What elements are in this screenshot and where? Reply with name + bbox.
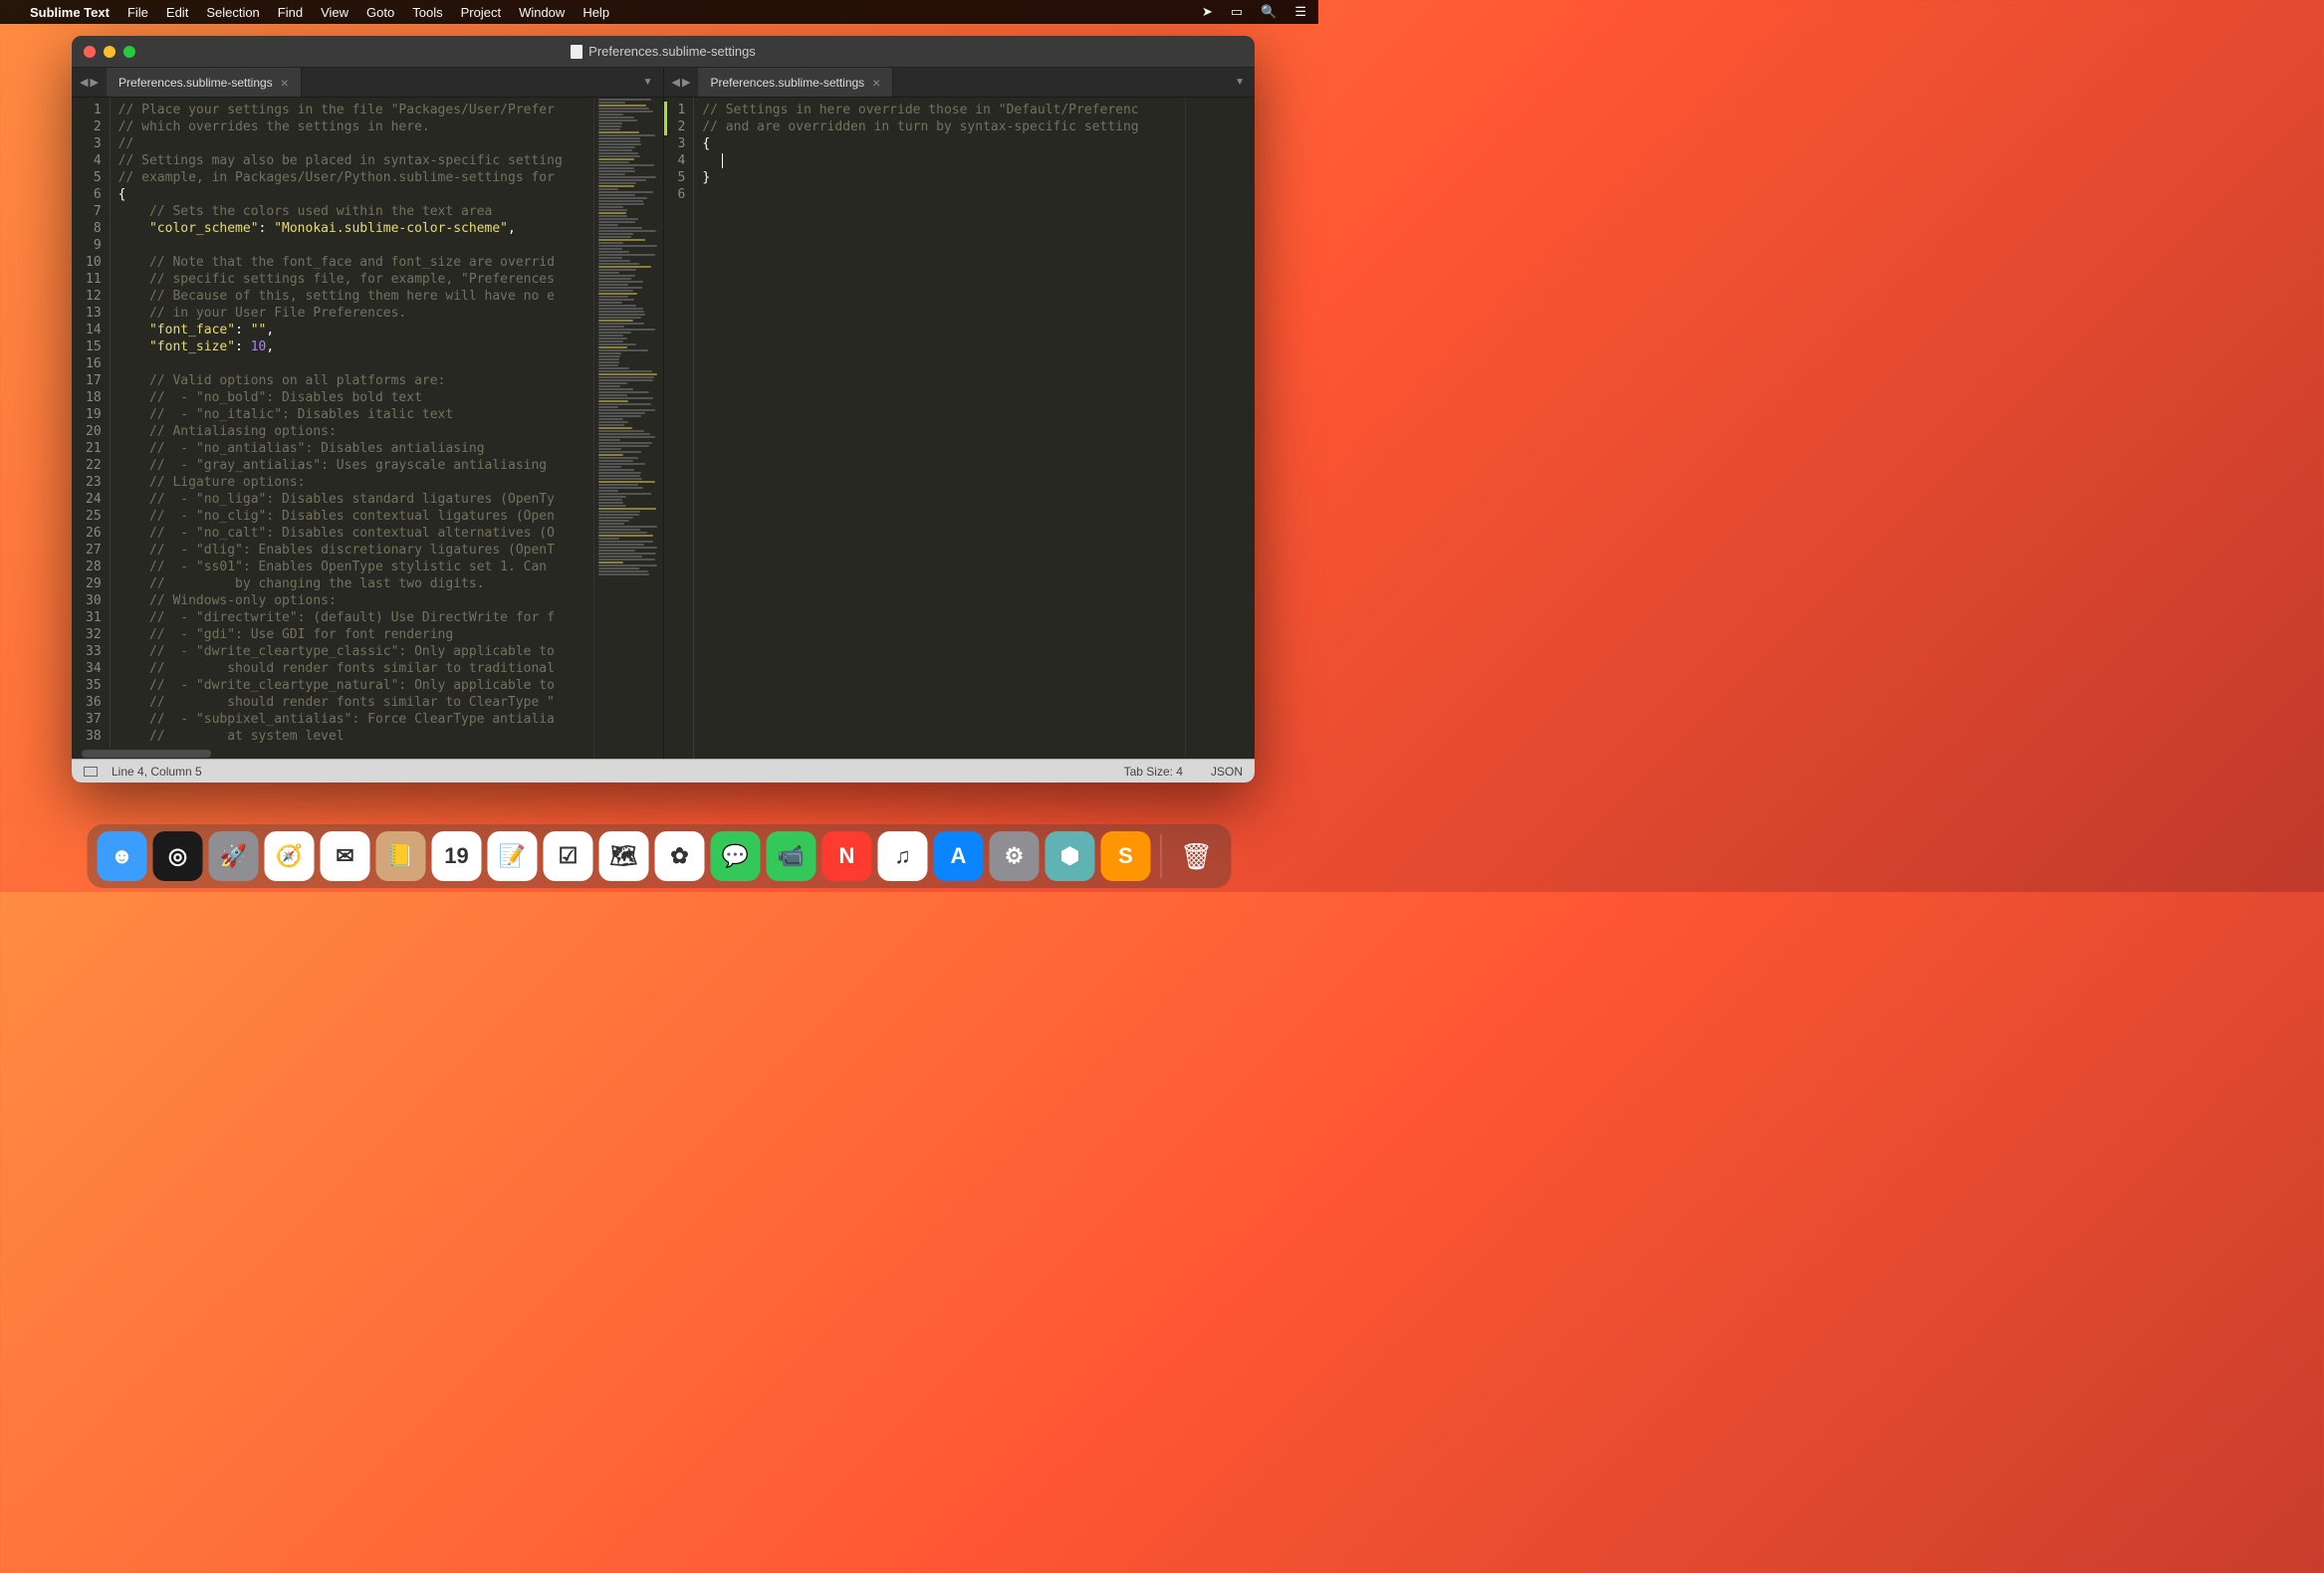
close-button[interactable]: [84, 46, 96, 58]
menu-window[interactable]: Window: [519, 5, 565, 20]
minimap[interactable]: [593, 98, 663, 759]
dock-trash[interactable]: 🗑: [1172, 831, 1222, 881]
minimize-button[interactable]: [104, 46, 116, 58]
dock-launchpad[interactable]: 🚀: [209, 831, 259, 881]
menu-tools[interactable]: Tools: [412, 5, 442, 20]
dock-mail[interactable]: ✉: [321, 831, 370, 881]
dock-siri[interactable]: ◎: [153, 831, 203, 881]
left-code[interactable]: // Place your settings in the file "Pack…: [111, 98, 593, 759]
statusbar: Line 4, Column 5 Tab Size: 4 JSON: [72, 759, 1255, 783]
dock-reminders[interactable]: ☑: [544, 831, 593, 881]
left-pane: ◀ ▶ Preferences.sublime-settings × ▼ 123…: [72, 68, 664, 759]
right-tabbar: ◀ ▶ Preferences.sublime-settings × ▼: [664, 68, 1256, 98]
dock-messages[interactable]: 💬: [711, 831, 761, 881]
left-gutter: 1234567891011121314151617181920212223242…: [72, 98, 111, 759]
close-icon[interactable]: ×: [872, 75, 880, 91]
dock-itunes[interactable]: ♫: [878, 831, 928, 881]
status-syntax[interactable]: JSON: [1211, 765, 1243, 779]
dock: ☻◎🚀🧭✉📒19📝☑🗺✿💬📹N♫A⚙⬢S 🗑: [88, 824, 1232, 888]
dock-sublime[interactable]: S: [1101, 831, 1151, 881]
tab-dropdown-icon[interactable]: ▼: [1225, 68, 1255, 97]
right-pane: ◀ ▶ Preferences.sublime-settings × ▼ 123…: [664, 68, 1256, 759]
left-tab[interactable]: Preferences.sublime-settings ×: [107, 68, 302, 97]
menu-project[interactable]: Project: [461, 5, 501, 20]
dock-preferences[interactable]: ⚙: [990, 831, 1040, 881]
right-tab-label: Preferences.sublime-settings: [710, 76, 864, 90]
menu-file[interactable]: File: [127, 5, 148, 20]
spotlight-icon[interactable]: 🔍: [1261, 4, 1277, 20]
right-gutter: 123456: [664, 98, 695, 759]
menu-goto[interactable]: Goto: [366, 5, 394, 20]
panel-switcher-icon[interactable]: [84, 767, 98, 777]
scrollbar-thumb[interactable]: [82, 750, 211, 758]
status-tab-size[interactable]: Tab Size: 4: [1124, 765, 1183, 779]
right-tab[interactable]: Preferences.sublime-settings ×: [698, 68, 893, 97]
display-icon[interactable]: ▭: [1231, 4, 1243, 20]
horizontal-scrollbar[interactable]: [72, 749, 593, 759]
menu-view[interactable]: View: [321, 5, 349, 20]
nav-back-icon[interactable]: ◀: [80, 76, 88, 89]
tab-dropdown-icon[interactable]: ▼: [633, 68, 663, 97]
right-editor[interactable]: 123456 // Settings in here override thos…: [664, 98, 1256, 759]
document-icon: [571, 45, 582, 59]
titlebar[interactable]: Preferences.sublime-settings: [72, 36, 1255, 68]
right-code[interactable]: // Settings in here override those in "D…: [694, 98, 1185, 759]
minimap[interactable]: [1185, 98, 1255, 759]
menu-find[interactable]: Find: [278, 5, 303, 20]
left-tabbar: ◀ ▶ Preferences.sublime-settings × ▼: [72, 68, 663, 98]
sublime-window: Preferences.sublime-settings ◀ ▶ Prefere…: [72, 36, 1255, 783]
nav-forward-icon[interactable]: ▶: [682, 76, 690, 89]
left-tab-label: Preferences.sublime-settings: [118, 76, 273, 90]
dock-finder[interactable]: ☻: [98, 831, 147, 881]
dock-contacts[interactable]: 📒: [376, 831, 426, 881]
dock-notes[interactable]: 📝: [488, 831, 538, 881]
maximize-button[interactable]: [123, 46, 135, 58]
status-position: Line 4, Column 5: [112, 765, 202, 779]
controlcenter-icon[interactable]: ☰: [1294, 4, 1306, 20]
dock-photos[interactable]: ✿: [655, 831, 705, 881]
menu-selection[interactable]: Selection: [206, 5, 259, 20]
menu-edit[interactable]: Edit: [166, 5, 188, 20]
close-icon[interactable]: ×: [281, 75, 289, 91]
nav-forward-icon[interactable]: ▶: [90, 76, 98, 89]
dock-news[interactable]: N: [822, 831, 872, 881]
window-title: Preferences.sublime-settings: [588, 44, 756, 59]
dock-facetime[interactable]: 📹: [767, 831, 816, 881]
change-marker: [664, 102, 667, 135]
left-editor[interactable]: 1234567891011121314151617181920212223242…: [72, 98, 663, 759]
dock-appstore[interactable]: A: [934, 831, 984, 881]
menu-help[interactable]: Help: [582, 5, 609, 20]
cursor-icon[interactable]: ➤: [1202, 4, 1213, 20]
menu-app[interactable]: Sublime Text: [30, 5, 110, 20]
dock-maps[interactable]: 🗺: [599, 831, 649, 881]
menubar: Sublime Text File Edit Selection Find Vi…: [0, 0, 1318, 24]
dock-calendar[interactable]: 19: [432, 831, 482, 881]
dock-atom[interactable]: ⬢: [1046, 831, 1095, 881]
nav-back-icon[interactable]: ◀: [672, 76, 680, 89]
dock-safari[interactable]: 🧭: [265, 831, 315, 881]
dock-separator: [1161, 834, 1162, 878]
